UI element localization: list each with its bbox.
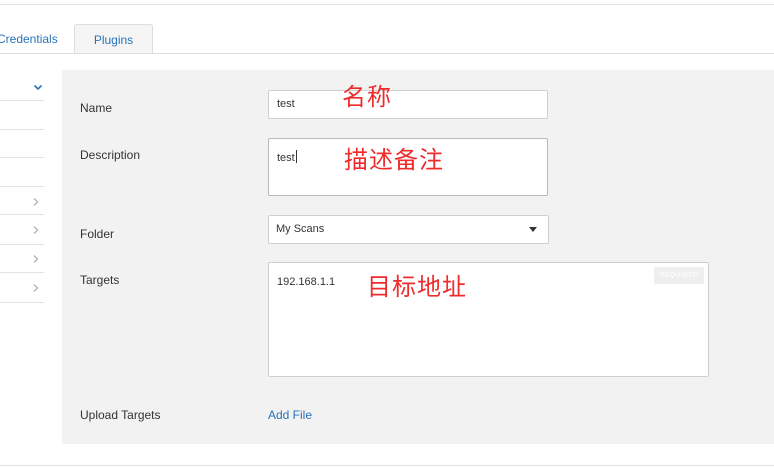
description-annotation: 描述备注	[344, 146, 444, 174]
sidebar-divider	[0, 186, 44, 187]
chevron-right-icon[interactable]	[29, 223, 43, 237]
chevron-right-icon[interactable]	[29, 195, 43, 209]
caret-down-icon[interactable]	[529, 227, 537, 232]
name-annotation: 名称	[342, 83, 392, 111]
targets-label: Targets	[80, 273, 120, 287]
upload-targets-label: Upload Targets	[80, 408, 161, 422]
folder-selected-value: My Scans	[276, 223, 325, 235]
sidebar-divider	[0, 129, 44, 130]
targets-value: 192.168.1.1	[277, 276, 336, 288]
text-cursor	[295, 150, 297, 163]
sidebar-divider	[0, 302, 44, 303]
required-badge: REQUIRED	[654, 267, 704, 284]
scan-settings-panel	[62, 70, 774, 444]
name-input[interactable]	[268, 90, 548, 119]
description-value: test	[277, 150, 297, 164]
chevron-right-icon[interactable]	[29, 252, 43, 266]
name-label: Name	[80, 101, 113, 115]
sidebar-divider	[0, 100, 44, 101]
tab-credentials[interactable]: Credentials	[0, 24, 71, 54]
chevron-down-icon[interactable]	[31, 80, 45, 94]
add-file-link[interactable]: Add File	[268, 408, 312, 422]
targets-annotation: 目标地址	[367, 273, 467, 301]
top-divider	[0, 4, 774, 5]
sidebar-divider	[0, 272, 44, 273]
description-label: Description	[80, 148, 141, 162]
folder-label: Folder	[80, 227, 115, 241]
sidebar-divider	[0, 244, 44, 245]
tab-plugins[interactable]: Plugins	[74, 24, 153, 54]
tabbar-divider	[0, 53, 774, 54]
bottom-divider	[0, 465, 774, 466]
name-value: test	[277, 98, 295, 110]
chevron-right-icon[interactable]	[29, 281, 43, 295]
sidebar-divider	[0, 157, 44, 158]
sidebar-divider	[0, 214, 44, 215]
